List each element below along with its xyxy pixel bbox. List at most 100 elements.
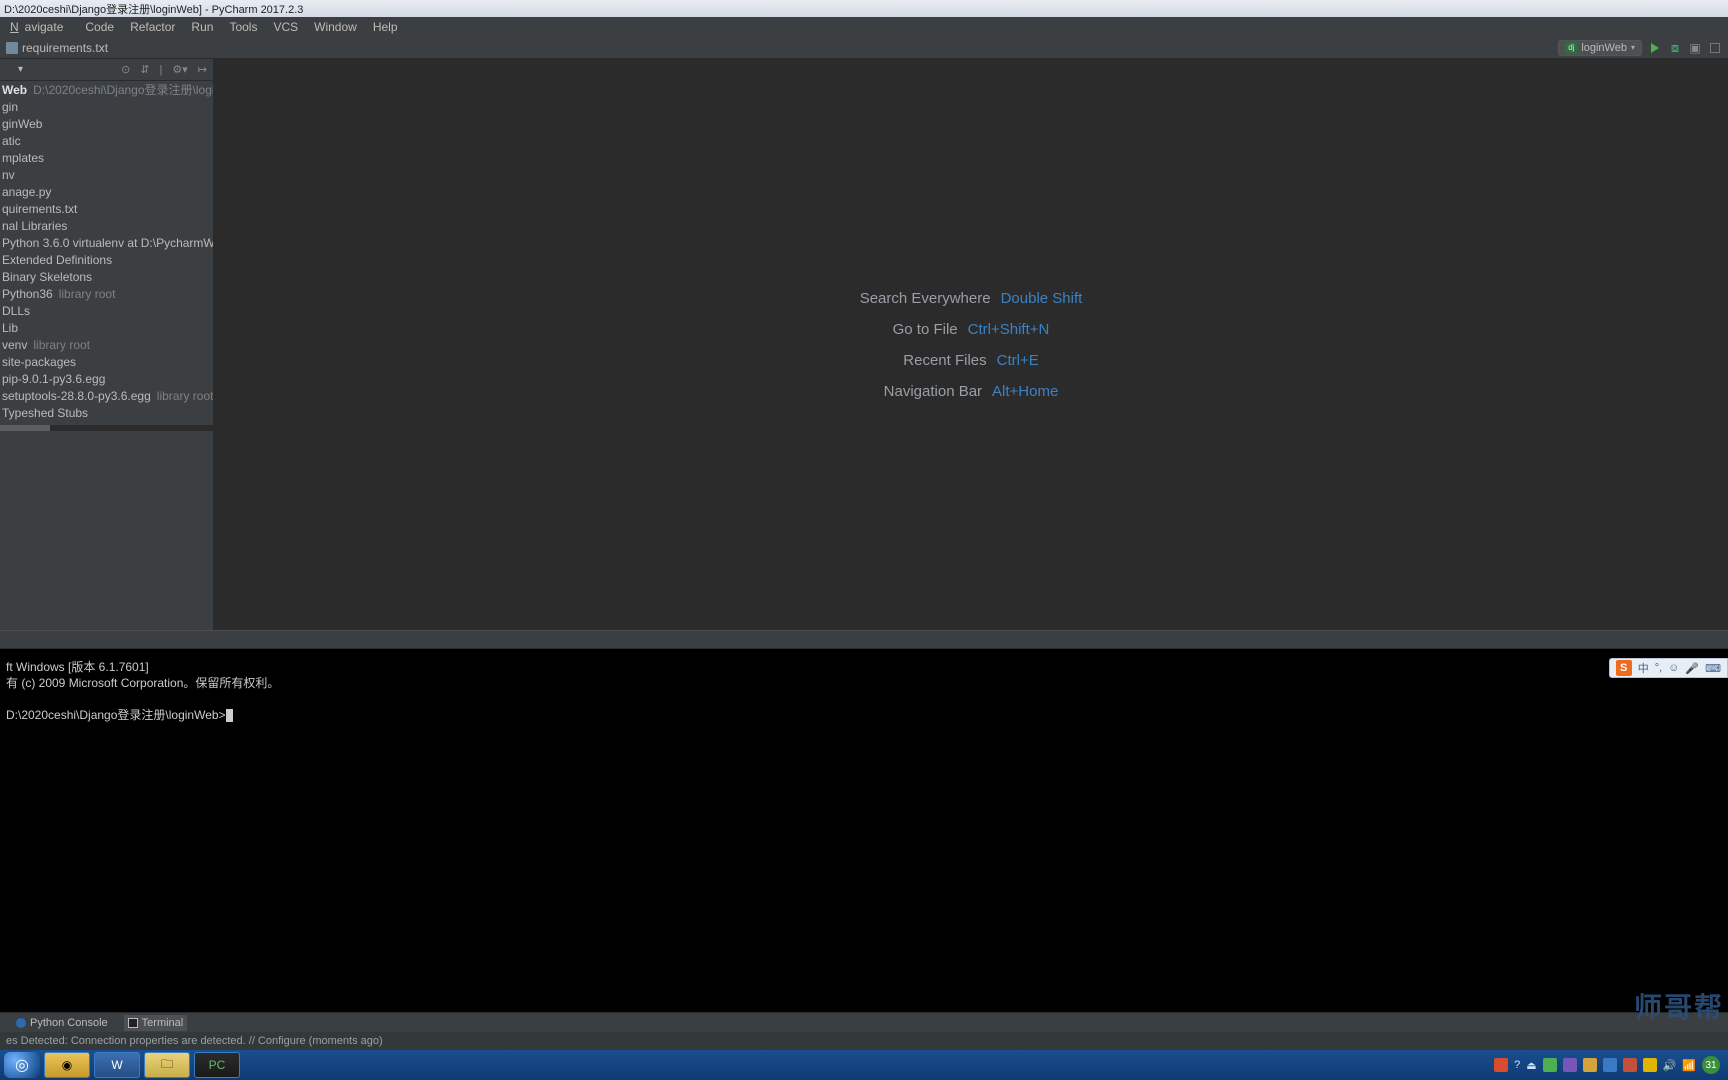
play-icon <box>1651 43 1659 53</box>
tree-item[interactable]: gin <box>0 98 213 115</box>
tray-volume-icon[interactable]: 🔊 <box>1663 1059 1677 1072</box>
tree-item[interactable]: setuptools-28.8.0-py3.6.egglibrary root <box>0 387 213 404</box>
tree-item[interactable]: nv <box>0 166 213 183</box>
tree-item[interactable]: Typeshed Stubs <box>0 404 213 421</box>
menu-vcs[interactable]: VCS <box>267 18 304 36</box>
tray-network-icon[interactable]: 📶 <box>1682 1059 1696 1072</box>
project-tool-window: ▾ ⊙ ⇵ | ⚙▾ ↦ Web D:\2020ceshi\Django登录注册… <box>0 59 214 630</box>
project-dropdown[interactable]: ▾ <box>18 64 23 75</box>
ime-emoji-icon[interactable]: ☺ <box>1668 662 1679 674</box>
status-message[interactable]: es Detected: Connection properties are d… <box>6 1035 383 1047</box>
hint-go-to-file: Go to FileCtrl+Shift+N <box>893 321 1050 338</box>
tree-item[interactable]: quirements.txt <box>0 200 213 217</box>
taskbar-item-word[interactable]: W <box>94 1052 140 1078</box>
tray-icon[interactable] <box>1623 1058 1637 1072</box>
breadcrumb-file[interactable]: requirements.txt <box>22 41 108 55</box>
windows-taskbar: ◎ ◉ W 🗀 PC ? ⏏ 🔊 📶 31 <box>0 1050 1728 1080</box>
tab-python-console[interactable]: Python Console <box>12 1015 112 1031</box>
terminal-line: ft Windows [版本 6.1.7601] <box>6 659 1722 675</box>
tab-terminal[interactable]: Terminal <box>124 1015 188 1031</box>
coverage-button[interactable]: ▣ <box>1688 41 1702 55</box>
ime-toolbar[interactable]: S 中 °, ☺ 🎤 ⌨ <box>1609 658 1728 678</box>
menu-navigate[interactable]: Navigate <box>4 18 75 36</box>
tray-icon[interactable]: ? <box>1514 1059 1520 1071</box>
menu-run[interactable]: Run <box>185 18 219 36</box>
terminal-line: 有 (c) 2009 Microsoft Corporation。保留所有权利。 <box>6 675 1722 691</box>
ime-mic-icon[interactable]: 🎤 <box>1685 662 1699 675</box>
tree-item[interactable]: Python36library root <box>0 285 213 302</box>
tree-item[interactable]: mplates <box>0 149 213 166</box>
ime-brand-icon: S <box>1616 660 1632 676</box>
tray-date-badge[interactable]: 31 <box>1702 1056 1720 1074</box>
terminal-cursor <box>226 709 233 722</box>
menu-window[interactable]: Window <box>308 18 363 36</box>
django-icon: dj <box>1565 42 1577 54</box>
tree-item[interactable]: site-packages <box>0 353 213 370</box>
navigation-bar: requirements.txt dj loginWeb ▾ ⧇ ▣ <box>0 37 1728 59</box>
ime-lang[interactable]: 中 <box>1638 660 1649 676</box>
project-root[interactable]: Web D:\2020ceshi\Django登录注册\loginWeb <box>0 81 213 98</box>
ime-punct-icon[interactable]: °, <box>1655 662 1662 674</box>
chevron-down-icon: ▾ <box>1631 43 1635 52</box>
run-button[interactable] <box>1648 41 1662 55</box>
tree-item[interactable]: anage.py <box>0 183 213 200</box>
menu-help[interactable]: Help <box>367 18 404 36</box>
terminal-panel: ft Windows [版本 6.1.7601] 有 (c) 2009 Micr… <box>0 630 1728 1012</box>
terminal-body[interactable]: ft Windows [版本 6.1.7601] 有 (c) 2009 Micr… <box>0 649 1728 1012</box>
terminal-prompt: D:\2020ceshi\Django登录注册\loginWeb> <box>6 707 1722 723</box>
gear-icon[interactable]: ⚙▾ <box>172 63 187 76</box>
tree-item[interactable]: ginWeb <box>0 115 213 132</box>
hint-search-everywhere: Search EverywhereDouble Shift <box>860 290 1083 307</box>
hint-recent-files: Recent FilesCtrl+E <box>903 352 1038 369</box>
menu-code[interactable]: Code <box>79 18 120 36</box>
bug-icon: ⧇ <box>1671 40 1679 56</box>
tray-icon[interactable] <box>1494 1058 1508 1072</box>
run-config-label: loginWeb <box>1581 42 1627 54</box>
tray-icon[interactable]: ⏏ <box>1526 1059 1536 1072</box>
tree-item[interactable]: pip-9.0.1-py3.6.egg <box>0 370 213 387</box>
run-config-selector[interactable]: dj loginWeb ▾ <box>1558 40 1642 56</box>
window-titlebar: D:\2020ceshi\Django登录注册\loginWeb] - PyCh… <box>0 0 1728 17</box>
stop-icon <box>1710 43 1720 53</box>
tray-icon[interactable] <box>1583 1058 1597 1072</box>
collapse-all-icon[interactable]: ⇵ <box>140 63 149 76</box>
status-bar: es Detected: Connection properties are d… <box>0 1032 1728 1050</box>
taskbar-item-explorer[interactable]: 🗀 <box>144 1052 190 1078</box>
taskbar-item-pycharm[interactable]: PC <box>194 1052 240 1078</box>
tree-item[interactable]: atic <box>0 132 213 149</box>
bottom-tool-tabs: Python Console Terminal <box>0 1012 1728 1032</box>
file-icon <box>6 42 18 54</box>
tree-item[interactable]: DLLs <box>0 302 213 319</box>
tree-item[interactable]: Python 3.6.0 virtualenv at D:\PycharmWor… <box>0 234 213 251</box>
debug-button[interactable]: ⧇ <box>1668 41 1682 55</box>
hide-icon[interactable]: ↦ <box>198 63 207 76</box>
scroll-from-src-icon[interactable]: ⊙ <box>121 63 130 76</box>
tree-item[interactable]: Binary Skeletons <box>0 268 213 285</box>
project-tool-header: ▾ ⊙ ⇵ | ⚙▾ ↦ <box>0 59 213 81</box>
menu-tools[interactable]: Tools <box>223 18 263 36</box>
menu-refactor[interactable]: Refactor <box>124 18 181 36</box>
tree-item[interactable]: Lib <box>0 319 213 336</box>
system-tray[interactable]: ? ⏏ 🔊 📶 31 <box>1494 1056 1720 1074</box>
hint-navigation-bar: Navigation BarAlt+Home <box>884 383 1059 400</box>
python-console-icon <box>16 1018 26 1028</box>
editor-area: Search EverywhereDouble Shift Go to File… <box>214 59 1728 630</box>
coverage-icon: ▣ <box>1689 41 1700 55</box>
tree-item[interactable]: nal Libraries <box>0 217 213 234</box>
project-tree[interactable]: Web D:\2020ceshi\Django登录注册\loginWeb gin… <box>0 81 213 630</box>
stop-button[interactable] <box>1708 41 1722 55</box>
terminal-tab-strip[interactable] <box>0 631 1728 649</box>
tray-icon[interactable] <box>1643 1058 1657 1072</box>
tray-icon[interactable] <box>1603 1058 1617 1072</box>
taskbar-item[interactable]: ◉ <box>44 1052 90 1078</box>
tray-icon[interactable] <box>1563 1058 1577 1072</box>
ime-keyboard-icon[interactable]: ⌨ <box>1705 662 1721 675</box>
tree-item[interactable]: Extended Definitions <box>0 251 213 268</box>
tree-item[interactable]: venvlibrary root <box>0 336 213 353</box>
watermark-text: 师哥帮 <box>1634 986 1724 1026</box>
start-button[interactable]: ◎ <box>4 1052 40 1078</box>
editor-empty-state: Search EverywhereDouble Shift Go to File… <box>214 59 1728 630</box>
terminal-icon <box>128 1018 138 1028</box>
tray-icon[interactable] <box>1543 1058 1557 1072</box>
tree-horizontal-scrollbar[interactable] <box>0 425 213 431</box>
